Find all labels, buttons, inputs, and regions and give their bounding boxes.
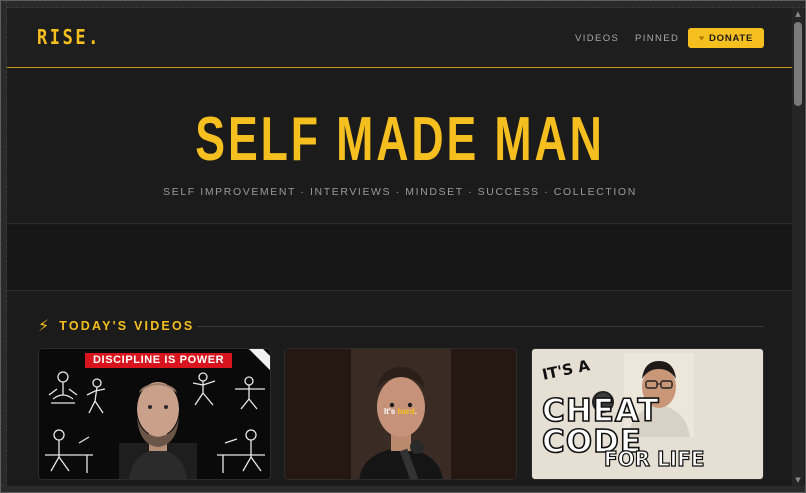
thumbnail-text-line3: FOR LIFE [603,447,705,471]
thumbnail-text-line1: IT'S A [540,356,592,384]
video-card-discipline[interactable]: DISCIPLINE IS POWER [38,348,271,480]
spacer-band [7,225,793,291]
nav-videos-link[interactable]: VIDEOS [575,33,619,44]
donate-label: DONATE [708,32,754,44]
window-frame-bottom [1,485,805,492]
desk-sketch-icon [45,429,93,473]
window-frame-top [1,1,805,8]
donate-button[interactable]: ♥ DONATE [688,28,764,48]
todays-videos-section: ⚡ TODAY'S VIDEOS DISCIPLINE IS POWER It'… [7,292,793,486]
video-thumbnail-banner: DISCIPLINE IS POWER [85,353,233,368]
hero-title: SELF MADE MAN [195,105,605,174]
scroll-thumb[interactable] [794,22,802,106]
section-divider [197,326,764,327]
lifting-sketch-icon [235,376,265,410]
section-header: ⚡ TODAY'S VIDEOS [38,316,194,335]
video-card-ronaldo[interactable]: It's hard. [284,348,517,480]
hero-subtitle: SELF IMPROVEMENT · INTERVIEWS · MINDSET … [163,186,637,198]
meditation-sketch-icon [48,371,78,404]
scroll-up-arrow-icon[interactable]: ▲ [792,8,804,20]
page: RISE. VIDEOS PINNED ♥ DONATE SELF MADE M… [7,8,793,486]
video-card-cheat-code[interactable]: IT'S A CHEAT CODE FOR LIFE [531,348,764,480]
reading-sketch-icon [217,429,265,473]
site-header: RISE. VIDEOS PINNED ♥ DONATE [7,8,793,68]
nav-pinned-link[interactable]: PINNED [635,33,679,44]
vertical-scrollbar[interactable]: ▲ ▼ [792,8,804,486]
lightning-bolt-icon: ⚡ [38,316,50,335]
caption-text: It's hard. [383,407,418,416]
browser-window: RISE. VIDEOS PINNED ♥ DONATE SELF MADE M… [0,0,806,493]
speaker-portrait-image [119,382,197,479]
video-caption: It's hard. [285,407,516,416]
site-logo[interactable]: RISE. [37,25,101,49]
caption-highlight: hard [397,407,415,416]
heart-icon: ♥ [698,33,705,43]
section-title: TODAY'S VIDEOS [59,318,195,333]
scroll-down-arrow-icon[interactable]: ▼ [792,474,804,486]
running-sketch-icon [86,378,106,414]
hero-section: SELF MADE MAN SELF IMPROVEMENT · INTERVI… [7,69,793,224]
thumbnail-corner-ribbon [248,349,270,371]
